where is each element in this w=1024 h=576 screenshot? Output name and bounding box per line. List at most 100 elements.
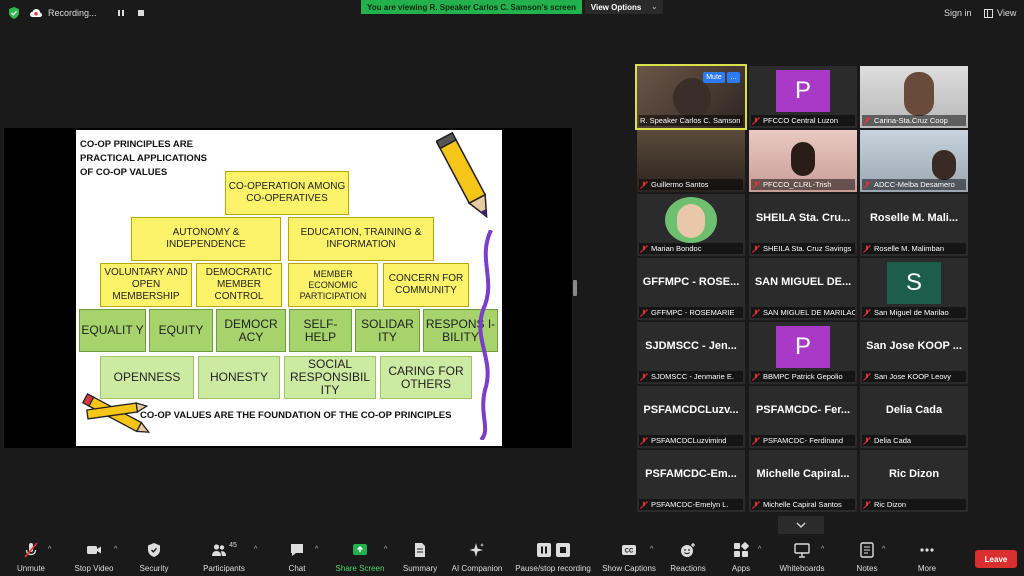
participant-tile[interactable]: Delia Cada Delia Cada bbox=[860, 386, 968, 448]
ai-companion-label: AI Companion bbox=[451, 564, 503, 573]
shared-screen[interactable]: CO-OP PRINCIPLES ARE PRACTICAL APPLICATI… bbox=[4, 128, 572, 448]
mute-participant-button[interactable]: Mute bbox=[703, 72, 725, 83]
value-box: SELF-HELP bbox=[289, 309, 352, 352]
participants-button[interactable]: 45 Participants bbox=[200, 542, 248, 573]
pencil-clipart-icon bbox=[436, 131, 488, 219]
recording-controls-icons bbox=[536, 542, 571, 564]
participant-name-text: R. Speaker Carlos C. Samson bbox=[640, 116, 741, 125]
shield-check-icon[interactable] bbox=[8, 7, 20, 19]
mic-muted-icon bbox=[752, 436, 760, 445]
principle-box: CONCERN FOR COMMUNITY bbox=[383, 263, 469, 307]
caret-up-icon[interactable]: ^ bbox=[758, 546, 761, 553]
reactions-button[interactable]: Reactions bbox=[668, 542, 708, 573]
recording-indicator[interactable]: Recording... bbox=[30, 4, 145, 22]
participant-name-text: PSFAMCDC-Emelyn L. bbox=[651, 500, 729, 509]
participant-tile[interactable]: PFCCO_CLRL-Trish bbox=[749, 130, 857, 192]
participant-name: Delia Cada bbox=[862, 435, 966, 446]
avatar: P bbox=[776, 70, 830, 112]
participant-name: Roselle M. Malimban bbox=[862, 243, 966, 254]
participant-name-text: San Miguel de Marilao bbox=[874, 308, 949, 317]
participant-tile[interactable]: PSFAMCDCLuzv... PSFAMCDCLuzvimind bbox=[637, 386, 745, 448]
stop-icon bbox=[555, 543, 570, 557]
mic-muted-icon bbox=[640, 308, 648, 317]
mic-muted-icon bbox=[863, 500, 871, 509]
security-label: Security bbox=[139, 564, 169, 573]
panel-resize-handle[interactable] bbox=[573, 280, 577, 296]
mic-muted-icon bbox=[640, 180, 648, 189]
security-button[interactable]: Security bbox=[136, 542, 172, 573]
pause-recording-icon[interactable] bbox=[117, 9, 125, 17]
video-camera-icon bbox=[87, 546, 101, 554]
participant-tile[interactable]: PSFAMCDC-Em... PSFAMCDC-Emelyn L. bbox=[637, 450, 745, 512]
slide-title-line: CO-OP PRINCIPLES ARE bbox=[80, 139, 193, 150]
document-summary-icon bbox=[415, 543, 425, 557]
value-box: SOCIAL RESPONSIBIL ITY bbox=[284, 356, 376, 399]
participant-name: Ric Dizon bbox=[862, 499, 966, 510]
participant-tile[interactable]: SJDMSCC - Jen... SJDMSCC - Jenmarie E. bbox=[637, 322, 745, 384]
participant-tile[interactable]: SHEILA Sta. Cru... SHEILA Sta. Cruz Savi… bbox=[749, 194, 857, 256]
value-box: CARING FOR OTHERS bbox=[380, 356, 472, 399]
stop-recording-icon[interactable] bbox=[137, 9, 145, 17]
participant-tile[interactable]: Roselle M. Mali... Roselle M. Malimban bbox=[860, 194, 968, 256]
more-button[interactable]: More bbox=[912, 542, 942, 573]
more-dots-icon bbox=[920, 548, 934, 552]
participant-display-name: PSFAMCDCLuzv... bbox=[643, 404, 739, 416]
gallery-next-page-button[interactable] bbox=[778, 516, 824, 534]
chat-button[interactable]: Chat bbox=[284, 542, 310, 573]
mic-muted-icon bbox=[640, 500, 648, 509]
participant-tile[interactable]: PSFAMCDC- Fer... PSFAMCDC- Ferdinand bbox=[749, 386, 857, 448]
participant-tile[interactable]: GFFMPC - ROSE... GFFMPC - ROSEMARIE bbox=[637, 258, 745, 320]
mic-muted-icon bbox=[640, 244, 648, 253]
participant-tile[interactable]: Marian Bondoc bbox=[637, 194, 745, 256]
apps-button[interactable]: Apps bbox=[726, 542, 756, 573]
participant-name: PFCCO Central Luzon bbox=[751, 115, 855, 126]
unmute-label: Unmute bbox=[16, 564, 45, 573]
share-screen-button[interactable]: Share Screen bbox=[334, 542, 386, 573]
more-options-button[interactable]: ... bbox=[727, 72, 740, 83]
participant-display-name: Delia Cada bbox=[885, 404, 943, 416]
participant-tile[interactable]: Guillermo Santos bbox=[637, 130, 745, 192]
participant-tile[interactable]: S San Miguel de Marilao bbox=[860, 258, 968, 320]
view-button[interactable]: View bbox=[984, 8, 1016, 18]
leave-button[interactable]: Leave bbox=[975, 550, 1017, 568]
participant-tile[interactable]: P BBMPC Patrick Gepolio bbox=[749, 322, 857, 384]
participant-display-name: SAN MIGUEL DE... bbox=[754, 276, 852, 288]
caret-up-icon[interactable]: ^ bbox=[384, 546, 387, 553]
view-label: View bbox=[997, 8, 1017, 18]
participant-tile[interactable]: Mute ... R. Speaker Carlos C. Samson bbox=[635, 64, 747, 130]
participant-name-text: BBMPC Patrick Gepolio bbox=[763, 372, 843, 381]
mic-muted-icon bbox=[863, 244, 871, 253]
caret-up-icon[interactable]: ^ bbox=[315, 546, 318, 553]
caret-up-icon[interactable]: ^ bbox=[821, 546, 824, 553]
participant-tile[interactable]: Carina-Sta.Cruz Coop bbox=[860, 66, 968, 128]
participant-name-text: PFCCO_CLRL-Trish bbox=[763, 180, 832, 189]
sign-in-link[interactable]: Sign in bbox=[944, 8, 972, 18]
participant-tile[interactable]: ADCC-Melba Desamero bbox=[860, 130, 968, 192]
unmute-button[interactable]: Unmute bbox=[14, 542, 48, 573]
caret-up-icon[interactable]: ^ bbox=[650, 546, 653, 553]
stop-video-button[interactable]: Stop Video bbox=[72, 542, 116, 573]
caret-up-icon[interactable]: ^ bbox=[114, 546, 117, 553]
participant-tile[interactable]: SAN MIGUEL DE... SAN MIGUEL DE MARILAO bbox=[749, 258, 857, 320]
ai-companion-button[interactable]: AI Companion bbox=[450, 542, 504, 573]
participant-display-name: Roselle M. Mali... bbox=[869, 212, 959, 224]
principle-box: VOLUNTARY AND OPEN MEMBERSHIP bbox=[100, 263, 192, 307]
pause-stop-recording-button[interactable]: Pause/stop recording bbox=[512, 542, 594, 573]
notes-button[interactable]: Notes bbox=[852, 542, 882, 573]
caret-up-icon[interactable]: ^ bbox=[48, 546, 51, 553]
participant-tile[interactable]: Ric Dizon Ric Dizon bbox=[860, 450, 968, 512]
view-options-button[interactable]: View Options ⌄ bbox=[585, 0, 663, 14]
participant-name-text: Carina-Sta.Cruz Coop bbox=[874, 116, 948, 125]
participant-tile[interactable]: Michelle Capiral... Michelle Capiral San… bbox=[749, 450, 857, 512]
participant-name-text: SAN MIGUEL DE MARILAO bbox=[763, 308, 855, 317]
principle-box: DEMOCRATIC MEMBER CONTROL bbox=[196, 263, 282, 307]
participant-tile[interactable]: P PFCCO Central Luzon bbox=[749, 66, 857, 128]
caret-up-icon[interactable]: ^ bbox=[254, 546, 257, 553]
summary-button[interactable]: Summary bbox=[400, 542, 440, 573]
avatar: S bbox=[887, 262, 941, 304]
caret-up-icon[interactable]: ^ bbox=[882, 546, 885, 553]
mic-muted-icon bbox=[863, 308, 871, 317]
more-label: More bbox=[917, 564, 937, 573]
value-box: EQUALIT Y bbox=[79, 309, 146, 352]
participant-tile[interactable]: San Jose KOOP ... San Jose KOOP Leovy bbox=[860, 322, 968, 384]
